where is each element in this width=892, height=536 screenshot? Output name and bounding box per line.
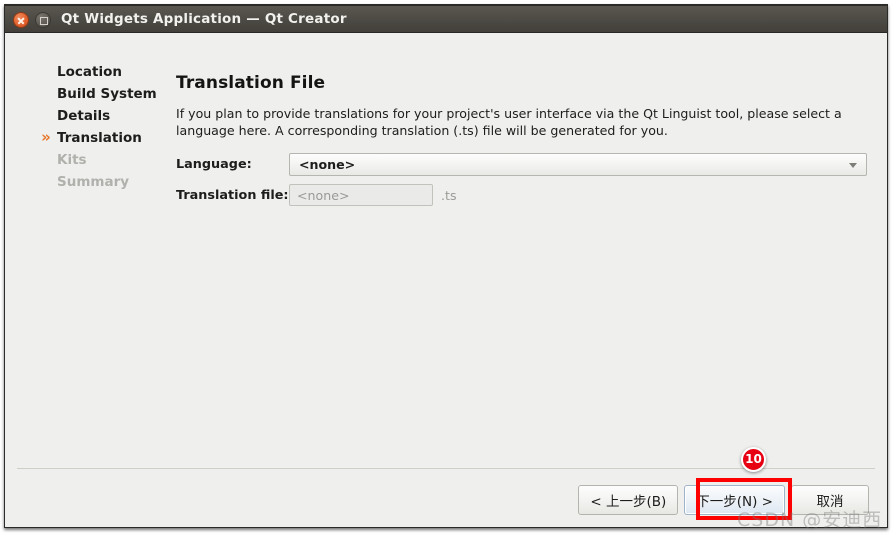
cancel-button[interactable]: 取消: [791, 485, 869, 515]
sidebar-item-label: Summary: [57, 174, 130, 190]
translation-file-label: Translation file:: [176, 187, 289, 203]
sidebar-item-translation[interactable]: » Translation: [41, 127, 167, 149]
chevron-down-icon: [849, 163, 857, 168]
sidebar-item-build-system[interactable]: Build System: [57, 83, 167, 105]
maximize-icon[interactable]: [35, 12, 51, 28]
title-bar: Qt Widgets Application — Qt Creator: [5, 5, 887, 33]
sidebar-item-label: Details: [57, 108, 111, 124]
page-description: If you plan to provide translations for …: [176, 106, 842, 138]
wizard-step-list: Location Build System Details » Translat…: [41, 61, 167, 193]
sidebar-item-label: Translation: [57, 130, 142, 146]
translation-file-input[interactable]: <none>: [289, 184, 433, 206]
sidebar-item-location[interactable]: Location: [57, 61, 167, 83]
translation-file-suffix: .ts: [441, 187, 457, 203]
current-step-arrow-icon: [38, 105, 54, 127]
language-label: Language:: [176, 157, 252, 172]
wizard-page: Translation File If you plan to provide …: [176, 73, 867, 214]
back-button[interactable]: < 上一步(B): [578, 485, 679, 515]
window-title: Qt Widgets Application — Qt Creator: [61, 11, 347, 27]
sidebar-item-label: Kits: [57, 152, 87, 168]
sidebar-item-label: Build System: [57, 86, 157, 102]
next-button[interactable]: 下一步(N) >: [684, 485, 785, 515]
translation-file-row: Translation file: <none> .ts: [176, 184, 867, 206]
current-step-arrow-icon: [38, 83, 54, 105]
language-select[interactable]: <none>: [289, 153, 867, 176]
current-step-arrow-icon: [38, 61, 54, 83]
sidebar-item-label: Location: [57, 64, 122, 80]
sidebar-item-summary: Summary: [57, 171, 167, 193]
current-step-arrow-icon: [38, 171, 54, 193]
sidebar-item-details[interactable]: Details: [57, 105, 167, 127]
dialog-button-bar: < 上一步(B) 下一步(N) > 取消: [578, 485, 869, 515]
translation-file-value: <none>: [297, 187, 350, 203]
current-step-arrow-icon: [38, 149, 54, 171]
step-badge-10: 10: [741, 447, 766, 472]
current-step-arrow-icon: »: [41, 128, 51, 146]
sidebar-item-kits: Kits: [57, 149, 167, 171]
language-selected-value: <none>: [299, 157, 356, 172]
close-icon[interactable]: [13, 12, 29, 28]
page-title: Translation File: [176, 73, 326, 93]
language-row: Language: <none>: [176, 153, 867, 176]
